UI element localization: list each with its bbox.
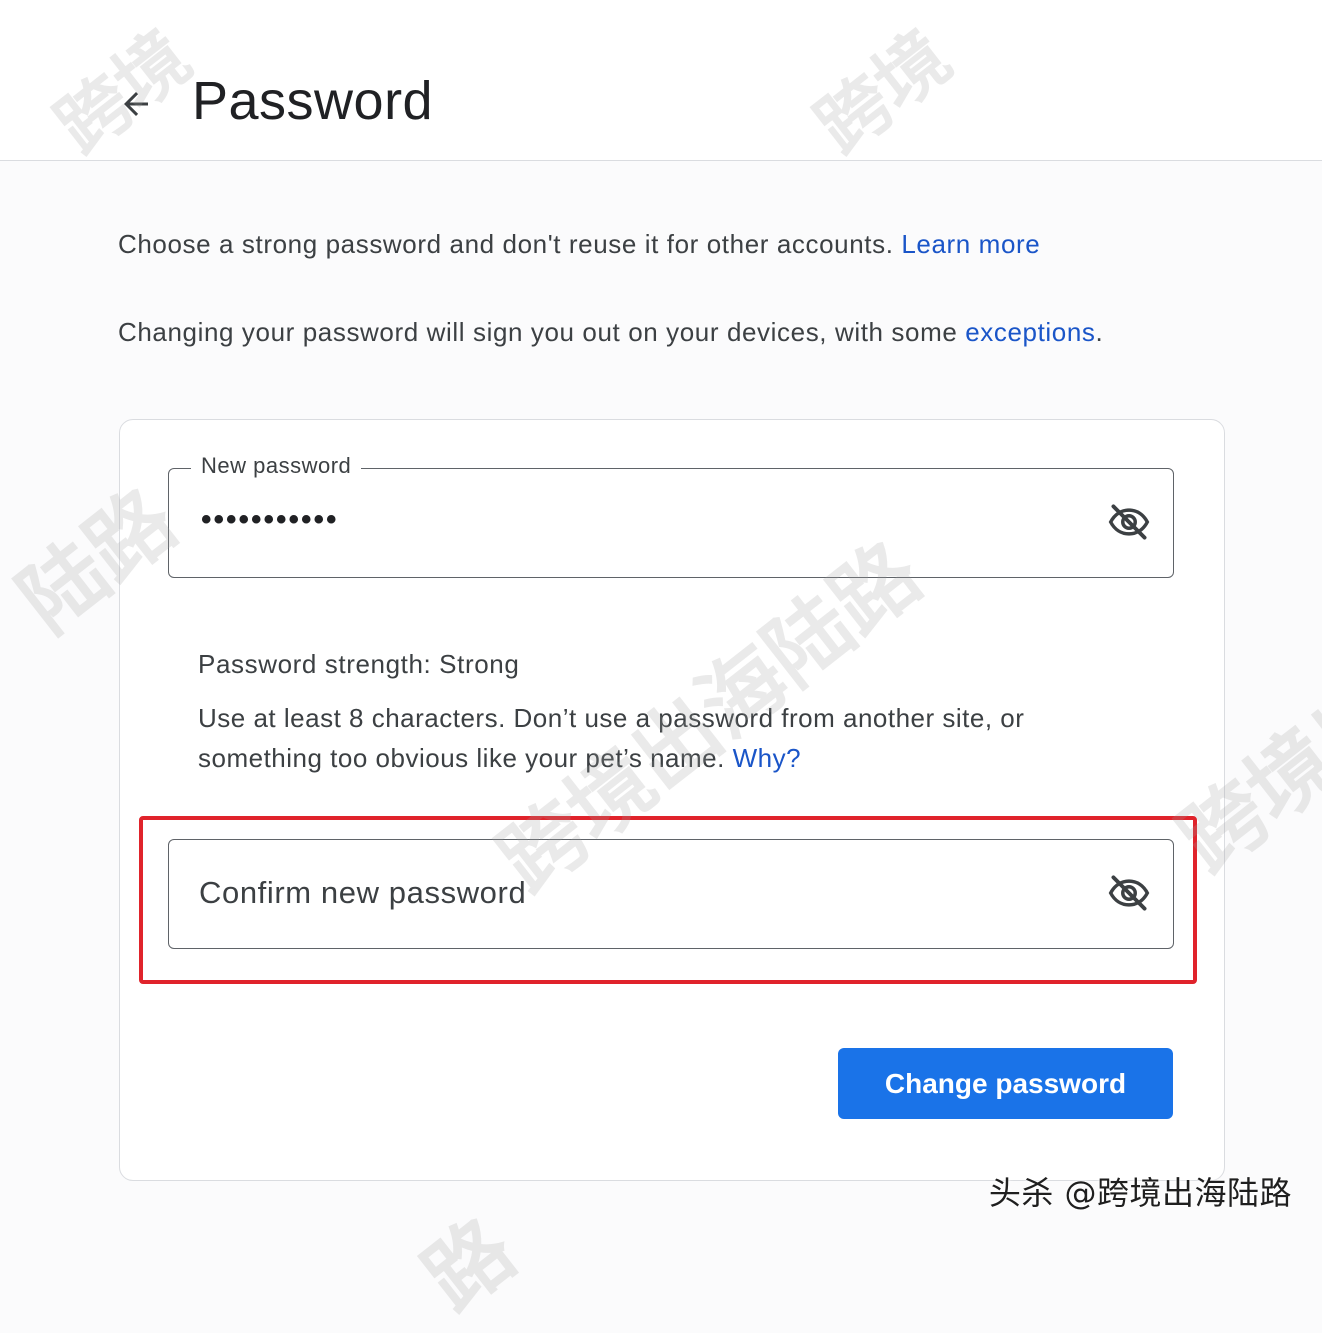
page-title: Password <box>192 71 434 131</box>
description-line-2: Changing your password will sign you out… <box>118 317 1103 348</box>
description-line-1: Choose a strong password and don't reuse… <box>118 229 1040 260</box>
description-suffix: . <box>1095 317 1104 347</box>
page-header: Password <box>0 0 1322 161</box>
new-password-label: New password <box>191 453 362 479</box>
new-password-field[interactable]: New password ••••••••••• <box>168 453 1174 578</box>
confirm-password-input[interactable] <box>199 840 1079 946</box>
new-password-value: ••••••••••• <box>201 503 339 536</box>
arrow-left-icon <box>118 86 154 127</box>
eye-off-icon <box>1107 500 1151 549</box>
show-password-toggle[interactable] <box>1107 502 1151 546</box>
description-text-1: Choose a strong password and don't reuse… <box>118 229 894 259</box>
password-strength-label: Password strength: Strong <box>198 649 520 679</box>
password-hint: Use at least 8 characters. Don’t use a p… <box>198 698 1118 778</box>
confirm-password-field[interactable] <box>168 839 1174 949</box>
learn-more-link[interactable]: Learn more <box>901 229 1040 259</box>
description-text-2: Changing your password will sign you out… <box>118 317 958 347</box>
show-confirm-password-toggle[interactable] <box>1107 873 1151 917</box>
exceptions-link[interactable]: exceptions <box>965 317 1095 347</box>
why-link[interactable]: Why? <box>733 743 801 773</box>
change-password-button[interactable]: Change password <box>838 1048 1173 1119</box>
watermark: 路 <box>406 1200 533 1330</box>
password-hint-text: Use at least 8 characters. Don’t use a p… <box>198 703 1025 773</box>
back-button[interactable] <box>108 78 164 134</box>
watermark-credit: 头杀 @跨境出海陆路 <box>988 1174 1292 1212</box>
eye-off-icon <box>1107 871 1151 920</box>
